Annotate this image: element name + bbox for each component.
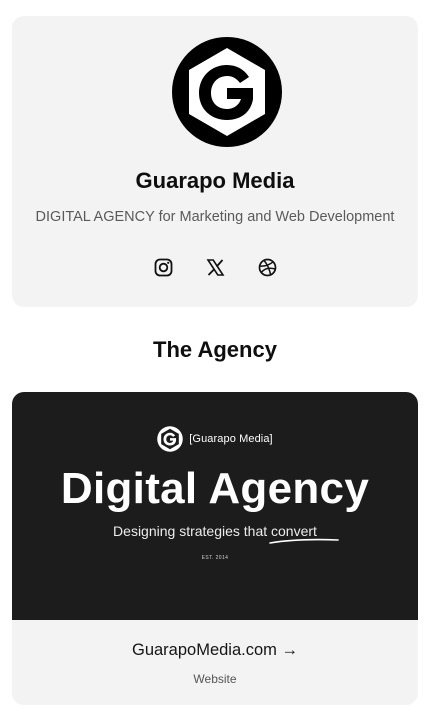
- social-links: [12, 256, 418, 278]
- banner-brand-text: [Guarapo Media]: [189, 433, 273, 445]
- banner-logo-icon: [157, 426, 184, 452]
- instagram-link[interactable]: [152, 256, 174, 278]
- x-icon: [206, 258, 224, 276]
- banner-tagline: Designing strategies that convert: [113, 523, 317, 539]
- dribbble-link[interactable]: [256, 256, 278, 278]
- banner-brand: [Guarapo Media]: [12, 426, 418, 452]
- tagline-underline: [269, 538, 339, 544]
- website-link-card[interactable]: [Guarapo Media] Digital Agency Designing…: [12, 392, 418, 705]
- link-subtitle: Website: [193, 672, 237, 686]
- dribbble-icon: [258, 258, 276, 276]
- profile-name: Guarapo Media: [135, 168, 295, 193]
- profile-card: Guarapo Media DIGITAL AGENCY for Marketi…: [12, 16, 418, 307]
- banner-image: [Guarapo Media] Digital Agency Designing…: [12, 392, 418, 620]
- section-heading: The Agency: [153, 337, 277, 362]
- instagram-icon: [154, 258, 172, 276]
- banner-established: EST. 2014: [201, 555, 229, 561]
- profile-description: DIGITAL AGENCY for Marketing and Web Dev…: [35, 209, 395, 225]
- x-link[interactable]: [204, 256, 226, 278]
- link-title[interactable]: GuarapoMedia.com →: [12, 641, 418, 660]
- guarapo-logo-icon: [172, 37, 282, 147]
- banner-title: Digital Agency: [60, 464, 370, 513]
